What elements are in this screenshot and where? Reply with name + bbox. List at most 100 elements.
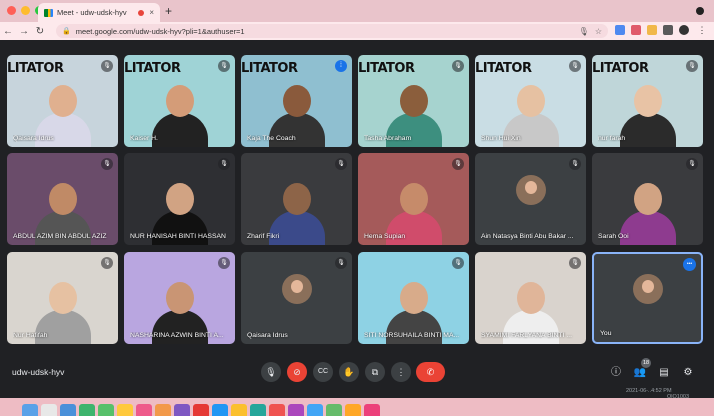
participant-tile[interactable]: LITATOR 🎙 Qaisara Idrus bbox=[7, 55, 118, 147]
dock-app-icon[interactable] bbox=[288, 404, 304, 416]
participant-face bbox=[633, 85, 662, 117]
participant-tile[interactable]: 🎙 Zharif Fikri bbox=[241, 153, 352, 245]
participant-tile[interactable]: 🎙 SITI NORSUHAILA BINTI MA... bbox=[358, 252, 469, 344]
microphone-button[interactable]: 🎙 bbox=[261, 362, 281, 382]
participant-name: nur farah bbox=[598, 135, 626, 142]
speaking-indicator-icon: ⁞ bbox=[335, 60, 347, 72]
dock-app-icon[interactable] bbox=[174, 404, 190, 416]
dock-app-icon[interactable] bbox=[269, 404, 285, 416]
profile-avatar-icon[interactable] bbox=[679, 25, 689, 35]
captions-button[interactable]: CC bbox=[313, 362, 333, 382]
close-window-button[interactable] bbox=[7, 6, 16, 15]
recording-indicator-icon bbox=[138, 9, 145, 16]
participant-name: Qaisara Idrus bbox=[13, 135, 54, 142]
bookmark-star-icon[interactable]: ☆ bbox=[595, 27, 602, 36]
participant-tile[interactable]: 🎙 Nur Hafifah bbox=[7, 252, 118, 344]
avatar bbox=[632, 274, 663, 305]
people-count-badge: 18 bbox=[641, 358, 651, 368]
close-tab-icon[interactable]: × bbox=[149, 8, 154, 17]
mic-muted-icon: 🎙 bbox=[452, 158, 464, 170]
participant-name: NASHARINA AZWIN BINTI A... bbox=[130, 332, 224, 339]
mic-muted-icon: 🎙 bbox=[101, 257, 113, 269]
more-options-button[interactable]: ⋮ bbox=[391, 362, 411, 382]
leave-call-button[interactable]: ✆ bbox=[416, 362, 445, 382]
dock-app-icon[interactable] bbox=[212, 404, 228, 416]
participant-tile[interactable]: 🎙 NUR HANISAH BINTI HASSAN bbox=[124, 153, 235, 245]
dock-app-icon[interactable] bbox=[117, 404, 133, 416]
dock-app-icon[interactable] bbox=[60, 404, 76, 416]
participant-name: ABDUL AZIM BIN ABDUL AZIZ bbox=[13, 233, 107, 240]
dock-app-icon[interactable] bbox=[79, 404, 95, 416]
camera-off-button[interactable]: ⊘ bbox=[287, 362, 307, 382]
dock-app-icon[interactable] bbox=[98, 404, 114, 416]
background-banner-text: LITATOR bbox=[475, 61, 532, 76]
tab-title: Meet - udw-udsk-hyv bbox=[57, 8, 127, 17]
background-banner-text: LITATOR bbox=[7, 61, 64, 76]
participant-tile[interactable]: 🎙 Hema Supian bbox=[358, 153, 469, 245]
participant-name: Tasha Abraham bbox=[364, 135, 412, 142]
participant-tile[interactable]: 🎙 Qaisara Idrus bbox=[241, 252, 352, 344]
mic-muted-icon: 🎙 bbox=[218, 60, 230, 72]
activities-button[interactable]: ⚙ bbox=[680, 365, 696, 381]
extension-icon[interactable] bbox=[647, 25, 657, 35]
mic-muted-icon: 🎙 bbox=[452, 257, 464, 269]
dock-app-icon[interactable] bbox=[364, 404, 380, 416]
participant-face bbox=[165, 85, 194, 117]
tile-more-options-icon[interactable]: ••• bbox=[683, 258, 696, 271]
microphone-permission-icon[interactable]: 🎙 bbox=[579, 27, 589, 36]
participant-tile[interactable]: LITATOR 🎙 Tasha Abraham bbox=[358, 55, 469, 147]
participant-name: Ain Natasya Binti Abu Bakar ... bbox=[481, 233, 574, 240]
participant-tile[interactable]: ••• You bbox=[592, 252, 703, 344]
dock-app-icon[interactable] bbox=[345, 404, 361, 416]
forward-button[interactable]: → bbox=[16, 26, 32, 37]
extensions-puzzle-icon[interactable] bbox=[663, 25, 673, 35]
participant-face bbox=[48, 85, 77, 117]
participant-tile[interactable]: LITATOR 🎙 nur farah bbox=[592, 55, 703, 147]
present-screen-button[interactable]: ⧉ bbox=[365, 362, 385, 382]
mic-muted-icon: 🎙 bbox=[101, 158, 113, 170]
dock-app-icon[interactable] bbox=[231, 404, 247, 416]
dock-app-icon[interactable] bbox=[250, 404, 266, 416]
participant-name: Kaiser H. bbox=[130, 135, 158, 142]
participant-tile[interactable]: 🎙 Ain Natasya Binti Abu Bakar ... bbox=[475, 153, 586, 245]
participant-name: Nur Hafifah bbox=[13, 332, 48, 339]
chat-button[interactable]: ▤ bbox=[656, 365, 672, 381]
lock-icon: 🔒 bbox=[62, 28, 71, 35]
dock-app-icon[interactable] bbox=[41, 404, 57, 416]
participant-tile[interactable]: 🎙 Sarah Ooi bbox=[592, 153, 703, 245]
dock-app-icon[interactable] bbox=[193, 404, 209, 416]
participant-tile[interactable]: 🎙 SYAMIMI FARLYANA BINTI ... bbox=[475, 252, 586, 344]
extension-icon[interactable] bbox=[631, 25, 641, 35]
participant-tile[interactable]: LITATOR 🎙 Kaiser H. bbox=[124, 55, 235, 147]
background-banner-text: LITATOR bbox=[358, 61, 415, 76]
participant-face bbox=[165, 282, 194, 314]
browser-menu-icon[interactable]: ⋮ bbox=[697, 25, 707, 35]
dock-app-icon[interactable] bbox=[307, 404, 323, 416]
address-bar[interactable]: 🔒 meet.google.com/udw-udsk-hyv?pli=1&aut… bbox=[56, 24, 608, 38]
tab-meet[interactable]: Meet - udw-udsk-hyv × bbox=[38, 3, 160, 22]
raise-hand-button[interactable]: ✋ bbox=[339, 362, 359, 382]
extension-icon[interactable] bbox=[615, 25, 625, 35]
dock-app-icon[interactable] bbox=[136, 404, 152, 416]
minimize-window-button[interactable] bbox=[21, 6, 30, 15]
participant-name: Shun Hui Xin bbox=[481, 135, 521, 142]
participant-tile[interactable]: 🎙 ABDUL AZIM BIN ABDUL AZIZ bbox=[7, 153, 118, 245]
participant-name: Kaja The Coach bbox=[247, 135, 296, 142]
browser-window: Meet - udw-udsk-hyv × + ← → ↻ 🔒 meet.goo… bbox=[0, 0, 714, 398]
back-button[interactable]: ← bbox=[0, 26, 16, 37]
meet-logo-icon bbox=[44, 8, 53, 17]
participant-name: Hema Supian bbox=[364, 233, 406, 240]
reload-button[interactable]: ↻ bbox=[32, 26, 48, 37]
new-tab-button[interactable]: + bbox=[165, 4, 172, 18]
participant-tile[interactable]: LITATOR 🎙 Shun Hui Xin bbox=[475, 55, 586, 147]
dock-app-icon[interactable] bbox=[326, 404, 342, 416]
profile-icon[interactable] bbox=[696, 7, 704, 15]
participant-tile[interactable]: 🎙 NASHARINA AZWIN BINTI A... bbox=[124, 252, 235, 344]
background-banner-text: LITATOR bbox=[124, 61, 181, 76]
dock-app-icon[interactable] bbox=[22, 404, 38, 416]
participant-tile[interactable]: LITATOR ⁞ Kaja The Coach bbox=[241, 55, 352, 147]
background-banner-text: LITATOR bbox=[592, 61, 649, 76]
dock-app-icon[interactable] bbox=[155, 404, 171, 416]
mic-muted-icon: 🎙 bbox=[569, 158, 581, 170]
meeting-details-button[interactable]: ⓘ bbox=[608, 365, 624, 381]
